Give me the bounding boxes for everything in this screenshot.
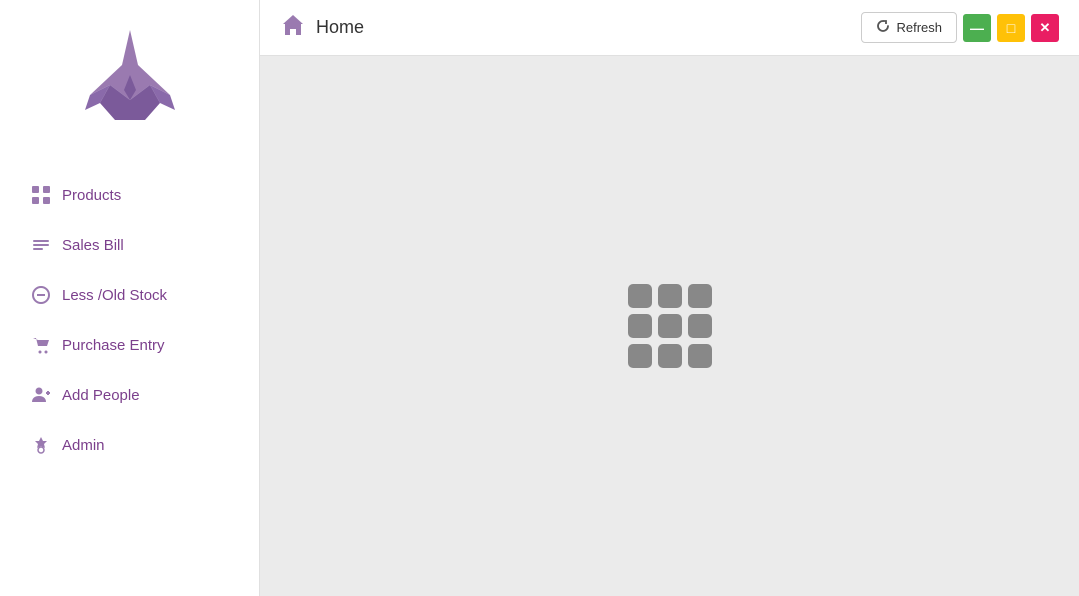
sidebar-item-less-old-stock-label: Less /Old Stock <box>62 287 167 304</box>
sidebar-item-sales-bill[interactable]: Sales Bill <box>10 220 249 270</box>
main-area: Home Refresh — □ ✕ <box>260 0 1079 596</box>
spinner-dot-4 <box>628 314 652 338</box>
refresh-icon <box>876 19 890 36</box>
spinner-dot-8 <box>658 344 682 368</box>
header: Home Refresh — □ ✕ <box>260 0 1079 56</box>
close-button[interactable]: ✕ <box>1031 14 1059 42</box>
sidebar-item-add-people-label: Add People <box>62 387 140 404</box>
admin-icon <box>30 434 52 456</box>
sidebar-item-less-old-stock[interactable]: Less /Old Stock <box>10 270 249 320</box>
nav-menu: Products Sales Bill Less /Old Stock <box>0 170 259 470</box>
spinner-dot-7 <box>628 344 652 368</box>
sidebar-item-products-label: Products <box>62 187 121 204</box>
home-icon <box>280 12 306 44</box>
sidebar: Products Sales Bill Less /Old Stock <box>0 0 260 596</box>
spinner-dot-9 <box>688 344 712 368</box>
refresh-button[interactable]: Refresh <box>861 12 957 43</box>
content-area <box>260 56 1079 596</box>
spinner-dot-6 <box>688 314 712 338</box>
sidebar-item-admin-label: Admin <box>62 437 105 454</box>
minimize-button[interactable]: — <box>963 14 991 42</box>
purchase-entry-icon <box>30 334 52 356</box>
products-icon <box>30 184 52 206</box>
spinner-dot-5 <box>658 314 682 338</box>
logo <box>70 20 190 140</box>
page-title: Home <box>316 17 364 38</box>
sidebar-item-sales-bill-label: Sales Bill <box>62 237 124 254</box>
add-people-icon <box>30 384 52 406</box>
spinner-dot-1 <box>628 284 652 308</box>
loading-spinner <box>628 284 712 368</box>
sales-bill-icon <box>30 234 52 256</box>
sidebar-item-add-people[interactable]: Add People <box>10 370 249 420</box>
sidebar-item-purchase-entry[interactable]: Purchase Entry <box>10 320 249 370</box>
minimize-icon: — <box>970 20 984 36</box>
sidebar-item-purchase-entry-label: Purchase Entry <box>62 337 165 354</box>
header-left: Home <box>280 12 364 44</box>
header-controls: Refresh — □ ✕ <box>861 12 1059 43</box>
close-icon: ✕ <box>1040 20 1051 36</box>
spinner-dot-2 <box>658 284 682 308</box>
spinner-dot-3 <box>688 284 712 308</box>
less-old-stock-icon <box>30 284 52 306</box>
sidebar-item-products[interactable]: Products <box>10 170 249 220</box>
maximize-icon: □ <box>1007 20 1015 36</box>
refresh-label: Refresh <box>896 20 942 35</box>
sidebar-item-admin[interactable]: Admin <box>10 420 249 470</box>
maximize-button[interactable]: □ <box>997 14 1025 42</box>
